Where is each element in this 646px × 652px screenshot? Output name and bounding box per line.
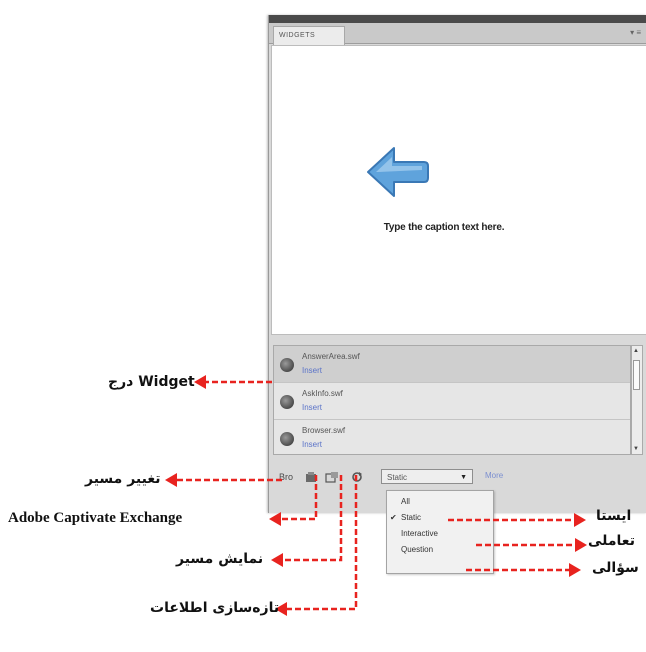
annotation-change-path: تغییر مسیر: [85, 471, 161, 487]
annotation-show-path: نمایش مسیر: [176, 551, 264, 567]
annotation-question: سؤالی: [592, 560, 639, 576]
annotation-exchange: Adobe Captivate Exchange: [8, 510, 183, 526]
annotation-refresh: تازه‌سازی اطلاعات: [150, 600, 280, 616]
annotation-interactive: تعاملی: [588, 533, 635, 549]
annotation-arrows: [165, 375, 587, 616]
annotation-static: ایستا: [596, 508, 632, 524]
annotation-insert-widget: درج Widget: [108, 374, 195, 390]
